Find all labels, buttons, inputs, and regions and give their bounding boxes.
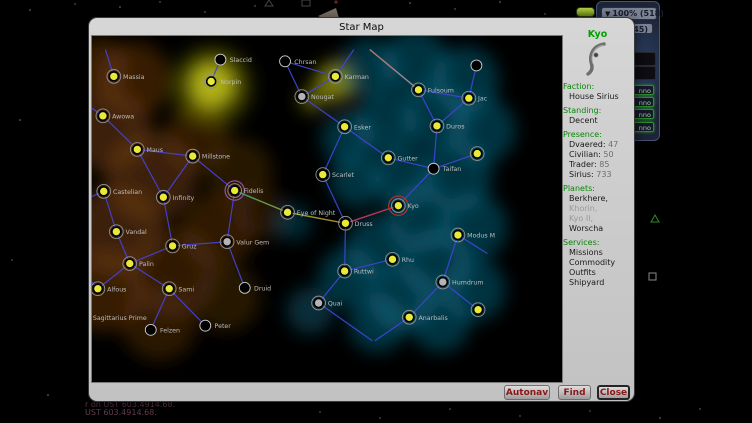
hostile-dot-icon (334, 0, 337, 3)
planet-item: Berkhere, (569, 195, 632, 203)
faction-value: House Sirius (569, 93, 632, 101)
overlay-triangle-icon (651, 215, 659, 222)
planet-item: Khorin, (569, 205, 632, 213)
map-system-unnamed[interactable] (470, 147, 484, 161)
map-system-label: Alfous (107, 286, 126, 293)
map-system-label: Infinity (173, 195, 195, 202)
presence-list: Dvaered: 47 Civilian: 50 Trader: 85 Sirius:… (563, 141, 632, 179)
presence-item: Dvaered: 47 (569, 141, 632, 149)
standing-label: Standing: (563, 107, 632, 115)
service-item: Outfits (569, 269, 632, 277)
map-system-label: Eye of Night (297, 210, 336, 217)
map-system-label: Vandal (126, 229, 147, 236)
planets-label: Planets: (563, 185, 632, 193)
map-system-label: Slaccid (230, 57, 252, 64)
map-system-label: Peter (215, 323, 232, 330)
map-system-label: Fulsoum (428, 87, 454, 94)
planet-item: Worscha (569, 225, 632, 233)
house-sirius-logo-icon (581, 41, 615, 77)
weapon-slot-empty (632, 52, 656, 66)
autonav-button[interactable]: Autonav (504, 385, 550, 400)
target-triangle-icon (265, 0, 273, 6)
service-item: Missions (569, 249, 632, 257)
map-system-unnamed[interactable] (471, 303, 485, 317)
presence-item: Sirius: 733 (569, 171, 632, 179)
hud-green-pill (576, 7, 595, 17)
map-system-label: Modus M (467, 233, 495, 240)
find-button[interactable]: Find (558, 385, 591, 400)
selected-system-name: Kyo (563, 30, 632, 40)
overlay-square-icon (649, 273, 656, 280)
map-system-label: Massia (123, 74, 145, 81)
map-system-label: Druss (355, 221, 373, 228)
map-system-label: Gruz (182, 243, 197, 250)
map-system-label: Maus (147, 147, 164, 154)
map-system-label: Chrsan (294, 59, 316, 66)
map-system-label: Gutter (398, 155, 419, 162)
window-title: Star Map (89, 22, 634, 33)
service-item: Commodity (569, 259, 632, 267)
presence-item: Trader: 85 (569, 161, 632, 169)
message-line: UST 603.4914.68. (85, 409, 175, 417)
system-info-panel: Kyo Faction: House Sirius Standing: Dece… (563, 30, 632, 382)
message-log: r on UST 603.4914.68. UST 603.4914.68. (85, 401, 175, 417)
map-system-label: Jac (477, 96, 488, 103)
map-system-label: Norpin (220, 79, 241, 86)
weapon-slot-empty (632, 66, 656, 80)
map-system-label: Nougat (311, 94, 334, 101)
planets-list: Berkhere, Khorin, Kyo II, Worscha (563, 195, 632, 233)
services-label: Services: (563, 239, 632, 247)
star-map-window: Star Map Massia Slaccid Norpin Chrsan Karman… (88, 17, 635, 402)
map-system-label: Duros (446, 123, 464, 130)
close-button[interactable]: Close (597, 385, 630, 400)
map-system-label: Fidelis (244, 188, 264, 195)
target-square-icon (302, 0, 310, 6)
map-system-label: Anarbalis (418, 315, 447, 322)
map-system-label: Rhu (402, 257, 414, 264)
map-system-label: Druid (254, 285, 271, 292)
map-system-label: Humdrum (452, 280, 484, 287)
map-system-label: Quai (328, 301, 343, 308)
map-system-label: Palin (139, 261, 154, 268)
map-system-label: Taifan (442, 166, 461, 173)
service-item: Shipyard (569, 279, 632, 287)
services-list: Missions Commodity Outfits Shipyard (563, 249, 632, 287)
map-system-label: Sami (178, 286, 194, 293)
map-system-label: Awowa (112, 113, 134, 120)
starmap-svg[interactable]: Massia Slaccid Norpin Chrsan Karman Nougat Ful… (92, 36, 562, 382)
map-system-label: Valur Gem (236, 239, 269, 246)
planet-item: Kyo II, (569, 215, 632, 223)
faction-label: Faction: (563, 83, 632, 91)
map-system-label: Sagittarius Prime (93, 315, 147, 322)
map-system-label: Felzen (160, 327, 180, 334)
map-system-label: Kyo (408, 203, 419, 210)
star-map-canvas[interactable]: Massia Slaccid Norpin Chrsan Karman Nougat Ful… (91, 35, 563, 383)
map-system-unnamed[interactable] (471, 60, 482, 71)
presence-label: Presence: (563, 131, 632, 139)
map-system-label: Millstone (202, 154, 230, 161)
map-system-label: Castelian (113, 189, 142, 196)
map-system-label: Karman (345, 74, 369, 81)
presence-item: Civilian: 50 (569, 151, 632, 159)
map-system-label: Esker (354, 124, 372, 131)
standing-value: Decent (569, 117, 632, 125)
map-system-label: Ruttwi (354, 269, 374, 276)
map-system-label: Scarlet (332, 172, 354, 179)
